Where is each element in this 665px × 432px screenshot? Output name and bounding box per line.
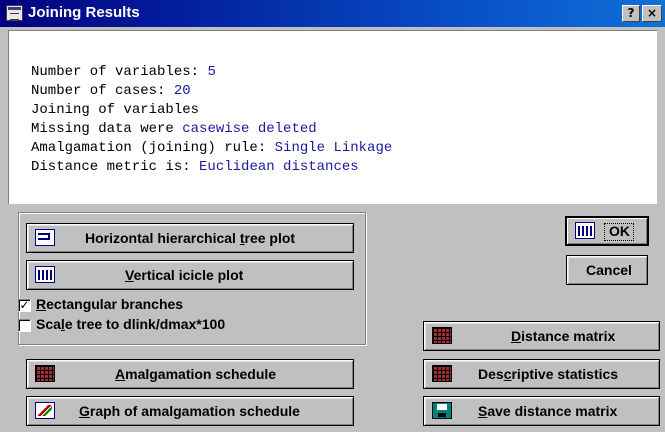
graph-icon: [35, 402, 55, 419]
grid-icon: [432, 365, 452, 382]
descriptive-statistics-button[interactable]: Descriptive statistics: [423, 359, 660, 389]
scale-tree-label[interactable]: Scale tree to dlink/dmax*100: [36, 316, 225, 332]
joining-results-window: Joining Results ? × Number of variables:…: [0, 0, 665, 432]
close-button[interactable]: ×: [642, 5, 662, 22]
summary-line: Number of variables: 5: [31, 64, 216, 80]
help-button[interactable]: ?: [622, 5, 640, 22]
scale-tree-checkbox[interactable]: [18, 319, 31, 332]
save-distance-matrix-button[interactable]: Save distance matrix: [423, 396, 660, 426]
vertical-icicle-plot-button[interactable]: Vertical icicle plot: [26, 260, 354, 290]
summary-line: Distance metric is: Euclidean distances: [31, 159, 359, 175]
amalgamation-schedule-button[interactable]: Amalgamation schedule: [26, 359, 354, 389]
distance-matrix-button[interactable]: Distance matrix: [423, 321, 660, 351]
summary-line: Missing data were casewise deleted: [31, 121, 317, 137]
app-icon[interactable]: [6, 5, 23, 21]
ok-button[interactable]: OK: [566, 217, 648, 245]
icicle-plot-icon: [575, 222, 595, 239]
rectangular-branches-label[interactable]: Rectangular branches: [36, 296, 183, 312]
summary-line: Amalgamation (joining) rule: Single Link…: [31, 140, 393, 156]
title-bar[interactable]: Joining Results ? ×: [0, 0, 665, 27]
grid-icon: [432, 327, 452, 344]
summary-line: Number of cases: 20: [31, 83, 191, 99]
tree-plot-icon: [35, 229, 55, 246]
summary-line: Joining of variables: [31, 102, 200, 118]
grid-icon: [35, 365, 55, 382]
cancel-button[interactable]: Cancel: [566, 255, 648, 285]
save-icon: [432, 402, 452, 419]
window-title: Joining Results: [28, 4, 140, 21]
graph-amalgamation-button[interactable]: Graph of amalgamation schedule: [26, 396, 354, 426]
rectangular-branches-checkbox[interactable]: ✓: [18, 299, 31, 312]
icicle-plot-icon: [35, 266, 55, 283]
horizontal-tree-plot-button[interactable]: Horizontal hierarchical tree plot: [26, 223, 354, 253]
results-summary: Number of variables: 5 Number of cases: …: [8, 30, 657, 204]
